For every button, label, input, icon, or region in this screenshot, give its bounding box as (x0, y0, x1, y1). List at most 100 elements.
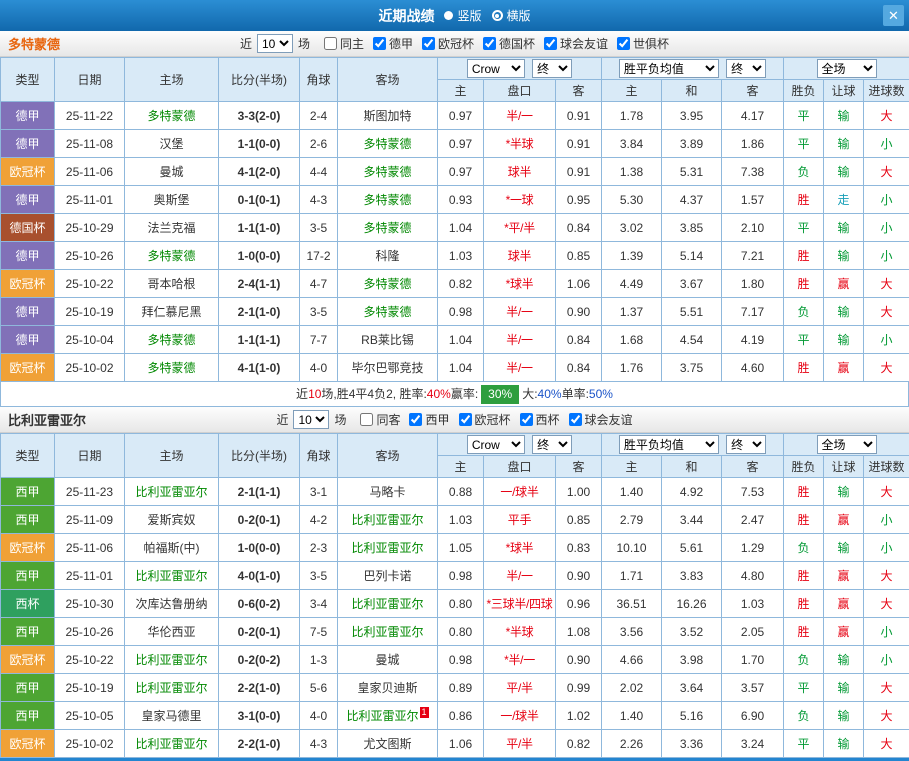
scope-select[interactable]: 全场 (817, 59, 877, 78)
away-team[interactable]: 比利亚雷亚尔 (338, 534, 438, 562)
filter-checkbox[interactable]: 同主 (324, 35, 364, 52)
match-score[interactable]: 1-0(0-0) (219, 534, 300, 562)
match-score[interactable]: 0-2(0-1) (219, 618, 300, 646)
home-team[interactable]: 爱斯宾奴 (125, 506, 219, 534)
match-score[interactable]: 0-2(0-2) (219, 646, 300, 674)
filter-checkbox-input[interactable] (483, 37, 496, 50)
odds-time-select[interactable]: 终 (532, 435, 572, 454)
match-score[interactable]: 2-1(1-1) (219, 478, 300, 506)
filter-checkbox-input[interactable] (544, 37, 557, 50)
filter-checkbox[interactable]: 球会友谊 (569, 411, 633, 428)
asian-away-odds: 0.91 (556, 102, 602, 130)
euro-company-select[interactable]: 胜平负均值 (619, 59, 719, 78)
filter-checkbox-input[interactable] (422, 37, 435, 50)
odds-time-select[interactable]: 终 (532, 59, 572, 78)
away-team[interactable]: 比利亚雷亚尔 (338, 590, 438, 618)
match-score[interactable]: 1-1(1-1) (219, 326, 300, 354)
away-team[interactable]: 巴列卡诺 (338, 562, 438, 590)
euro-time-select[interactable]: 终 (726, 59, 766, 78)
filter-checkbox-input[interactable] (324, 37, 337, 50)
filter-checkbox[interactable]: 西甲 (409, 411, 449, 428)
filter-checkbox[interactable]: 欧冠杯 (422, 35, 474, 52)
filter-checkbox-input[interactable] (360, 413, 373, 426)
home-team[interactable]: 哥本哈根 (125, 270, 219, 298)
away-team[interactable]: 比利亚雷亚尔1 (338, 702, 438, 730)
away-team[interactable]: 比利亚雷亚尔 (338, 618, 438, 646)
away-team[interactable]: 马略卡 (338, 478, 438, 506)
home-team[interactable]: 次库达鲁册纳 (125, 590, 219, 618)
away-team[interactable]: 多特蒙德 (338, 130, 438, 158)
home-team[interactable]: 比利亚雷亚尔 (125, 674, 219, 702)
home-team[interactable]: 多特蒙德 (125, 102, 219, 130)
match-count-select[interactable]: 10 (257, 34, 293, 53)
away-team[interactable]: RB莱比锡 (338, 326, 438, 354)
filter-checkbox[interactable]: 西杯 (520, 411, 560, 428)
match-score[interactable]: 0-2(0-1) (219, 506, 300, 534)
match-score[interactable]: 0-1(0-1) (219, 186, 300, 214)
match-score[interactable]: 3-3(2-0) (219, 102, 300, 130)
home-team[interactable]: 比利亚雷亚尔 (125, 646, 219, 674)
filter-checkbox[interactable]: 球会友谊 (544, 35, 608, 52)
match-score[interactable]: 4-1(2-0) (219, 158, 300, 186)
home-team[interactable]: 拜仁慕尼黑 (125, 298, 219, 326)
display-mode-horizontal[interactable]: 横版 (492, 7, 531, 24)
filter-checkbox-input[interactable] (520, 413, 533, 426)
match-score[interactable]: 2-2(1-0) (219, 674, 300, 702)
away-team[interactable]: 多特蒙德 (338, 186, 438, 214)
scope-select[interactable]: 全场 (817, 435, 877, 454)
match-score[interactable]: 3-1(0-0) (219, 702, 300, 730)
match-score[interactable]: 2-2(1-0) (219, 730, 300, 758)
filter-checkbox[interactable]: 德甲 (373, 35, 413, 52)
home-team[interactable]: 曼城 (125, 158, 219, 186)
filter-checkbox-input[interactable] (373, 37, 386, 50)
match-score[interactable]: 2-1(1-0) (219, 298, 300, 326)
matches-table: 类型 日期 主场 比分(半场) 角球 客场 Crow 终 胜平负均值 终 (0, 433, 909, 758)
odds-company-select[interactable]: Crow (467, 435, 525, 454)
filter-checkbox[interactable]: 欧冠杯 (459, 411, 511, 428)
display-mode-vertical[interactable]: 竖版 (444, 7, 481, 24)
home-team[interactable]: 法兰克福 (125, 214, 219, 242)
match-score[interactable]: 0-6(0-2) (219, 590, 300, 618)
match-count-select[interactable]: 10 (293, 410, 329, 429)
home-team[interactable]: 多特蒙德 (125, 354, 219, 382)
away-team[interactable]: 多特蒙德 (338, 270, 438, 298)
filter-checkbox[interactable]: 世俱杯 (617, 35, 669, 52)
away-team[interactable]: 皇家贝迪斯 (338, 674, 438, 702)
home-team[interactable]: 皇家马德里 (125, 702, 219, 730)
home-team[interactable]: 华伦西亚 (125, 618, 219, 646)
euro-draw-odds: 3.83 (662, 562, 722, 590)
home-team[interactable]: 汉堡 (125, 130, 219, 158)
filter-checkbox-input[interactable] (459, 413, 472, 426)
match-score[interactable]: 4-0(1-0) (219, 562, 300, 590)
match-score[interactable]: 1-1(1-0) (219, 214, 300, 242)
match-score[interactable]: 1-1(0-0) (219, 130, 300, 158)
home-team[interactable]: 比利亚雷亚尔 (125, 478, 219, 506)
match-score[interactable]: 1-0(0-0) (219, 242, 300, 270)
filter-checkbox[interactable]: 德国杯 (483, 35, 535, 52)
away-team[interactable]: 尤文图斯 (338, 730, 438, 758)
filter-checkbox-input[interactable] (569, 413, 582, 426)
close-icon[interactable]: ✕ (883, 5, 904, 26)
away-team[interactable]: 多特蒙德 (338, 158, 438, 186)
euro-company-select[interactable]: 胜平负均值 (619, 435, 719, 454)
away-team[interactable]: 科隆 (338, 242, 438, 270)
away-team[interactable]: 斯图加特 (338, 102, 438, 130)
away-team[interactable]: 多特蒙德 (338, 298, 438, 326)
home-team[interactable]: 比利亚雷亚尔 (125, 562, 219, 590)
filter-checkbox-input[interactable] (409, 413, 422, 426)
home-team[interactable]: 多特蒙德 (125, 326, 219, 354)
away-team[interactable]: 比利亚雷亚尔 (338, 506, 438, 534)
home-team[interactable]: 帕福斯(中) (125, 534, 219, 562)
away-team[interactable]: 多特蒙德 (338, 214, 438, 242)
euro-time-select[interactable]: 终 (726, 435, 766, 454)
away-team[interactable]: 毕尔巴鄂竞技 (338, 354, 438, 382)
home-team[interactable]: 多特蒙德 (125, 242, 219, 270)
filter-checkbox-input[interactable] (617, 37, 630, 50)
home-team[interactable]: 奥斯堡 (125, 186, 219, 214)
match-score[interactable]: 4-1(1-0) (219, 354, 300, 382)
match-score[interactable]: 2-4(1-1) (219, 270, 300, 298)
away-team[interactable]: 曼城 (338, 646, 438, 674)
odds-company-select[interactable]: Crow (467, 59, 525, 78)
home-team[interactable]: 比利亚雷亚尔 (125, 730, 219, 758)
filter-checkbox[interactable]: 同客 (360, 411, 400, 428)
